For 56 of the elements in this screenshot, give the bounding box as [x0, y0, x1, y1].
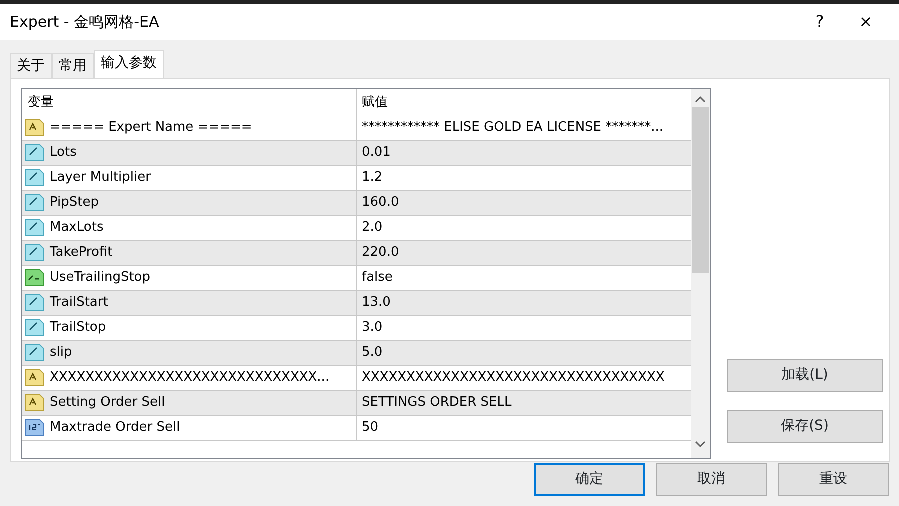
boolean-type-icon [25, 268, 45, 288]
tab[interactable]: 关于 [10, 53, 52, 78]
parameter-name: TrailStop [50, 319, 106, 338]
dialog-button[interactable]: 重设 [778, 463, 889, 496]
parameter-value[interactable]: 220.0 [362, 243, 400, 263]
close-button[interactable]: × [843, 10, 889, 34]
text-type-icon [25, 118, 45, 138]
scroll-up-icon[interactable] [695, 96, 706, 103]
text-type-icon [25, 368, 45, 388]
parameter-name: Setting Order Sell [50, 394, 166, 412]
dialog-button[interactable]: 取消 [656, 463, 767, 496]
parameter-value[interactable]: false [362, 268, 393, 288]
text-type-icon [25, 393, 45, 413]
parameter-value[interactable]: ************ ELISE GOLD EA LICENSE *******... [362, 118, 664, 138]
parameter-name: UseTrailingStop [50, 269, 151, 288]
integer-type-icon [25, 418, 45, 438]
parameter-name: Lots [50, 144, 77, 162]
parameter-value[interactable]: 5.0 [362, 343, 383, 363]
decimal-type-icon [25, 318, 45, 338]
decimal-type-icon [25, 143, 45, 163]
parameter-value[interactable]: 160.0 [362, 193, 400, 213]
parameter-name: slip [50, 344, 72, 362]
parameter-value[interactable]: 3.0 [362, 318, 383, 338]
load-save-button[interactable]: 保存(S) [727, 410, 883, 443]
column-header[interactable]: 赋值 [357, 89, 692, 116]
parameter-value[interactable]: 1.2 [362, 168, 383, 188]
parameter-value[interactable]: 13.0 [362, 293, 391, 313]
parameter-value[interactable]: SETTINGS ORDER SELL [362, 393, 512, 413]
decimal-type-icon [25, 218, 45, 238]
decimal-type-icon [25, 343, 45, 363]
column-header[interactable]: 变量 [22, 89, 357, 116]
window-title: Expert - 金鸣网格-EA [10, 12, 160, 33]
parameter-value[interactable]: 0.01 [362, 143, 391, 163]
parameter-value[interactable]: XXXXXXXXXXXXXXXXXXXXXXXXXXXXXXXXXX [362, 368, 665, 388]
parameter-name: TrailStart [50, 294, 108, 312]
tab[interactable]: 输入参数 [94, 50, 164, 78]
decimal-type-icon [25, 243, 45, 263]
tab[interactable]: 常用 [52, 53, 94, 78]
decimal-type-icon [25, 168, 45, 188]
load-save-button[interactable]: 加载(L) [727, 359, 883, 392]
parameter-name: TakeProfit [50, 244, 113, 262]
decimal-type-icon [25, 293, 45, 313]
parameter-name: Layer Multiplier [50, 169, 151, 188]
parameter-name: PipStep [50, 194, 100, 212]
scroll-down-icon[interactable] [695, 441, 706, 448]
scrollbar-thumb[interactable] [692, 107, 710, 273]
decimal-type-icon [25, 193, 45, 213]
parameter-value[interactable]: 50 [362, 418, 379, 438]
parameter-name: XXXXXXXXXXXXXXXXXXXXXXXXXXXXXX... [50, 369, 330, 388]
parameter-name: ===== Expert Name ===== [50, 119, 252, 138]
scrollbar[interactable] [691, 89, 710, 458]
parameter-name: MaxLots [50, 219, 104, 238]
help-button[interactable]: ? [797, 10, 843, 34]
parameter-name: Maxtrade Order Sell [50, 419, 180, 438]
dialog-button[interactable]: 确定 [534, 463, 645, 496]
parameter-value[interactable]: 2.0 [362, 218, 383, 238]
